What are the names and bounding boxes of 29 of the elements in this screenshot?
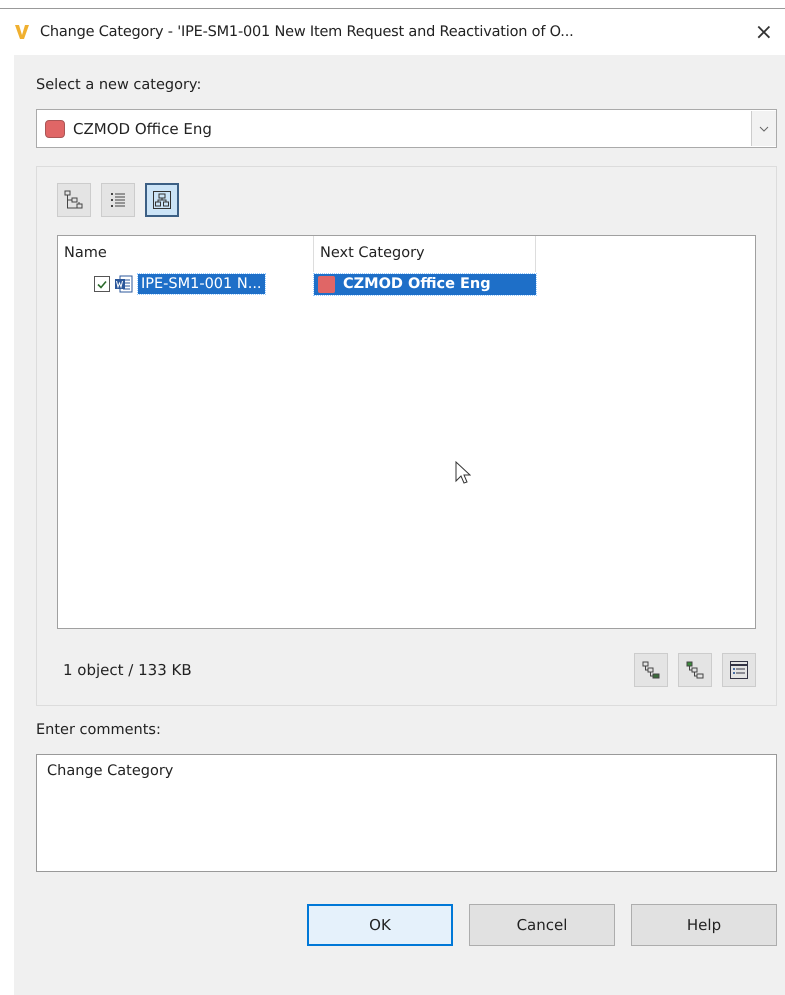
details-icon [728,659,750,681]
toolbar-button[interactable] [678,653,712,687]
toolbar-button[interactable] [722,653,756,687]
field-label: Select a new category: [36,77,202,93]
field-label: Enter comments: [36,722,162,738]
window-title: Change Category - 'IPE-SM1-001 New Item Request and Reactivation of O... [40,24,575,40]
hierarchy-icon [640,659,662,681]
close-icon[interactable]: × [752,20,775,44]
comments-field[interactable]: Change Category [36,754,777,872]
hierarchy-icon [684,659,706,681]
hierarchy-icon [63,189,85,211]
chevron-down-icon [759,126,769,132]
column-header[interactable]: Name [58,236,314,272]
ok-button[interactable]: OK [307,904,453,946]
checkmark-icon [97,280,107,288]
column-header[interactable]: Next Category [314,236,536,272]
group-icon [151,189,173,211]
status-text: 1 object / 133 KB [63,661,192,679]
app-logo-icon [14,23,30,41]
mouse-cursor-icon [455,461,471,485]
word-document-icon [114,275,134,293]
dialog-button[interactable]: Cancel [469,904,615,946]
dialog-button[interactable]: Help [631,904,777,946]
view-button[interactable] [145,183,179,217]
category-dropdown[interactable]: CZMOD Office Eng [36,109,777,148]
checkbox[interactable] [94,276,110,292]
toolbar-button[interactable] [634,653,668,687]
category-cell: CZMOD Office Eng [314,274,536,294]
file-name[interactable]: IPE-SM1-001 N... [138,274,265,294]
